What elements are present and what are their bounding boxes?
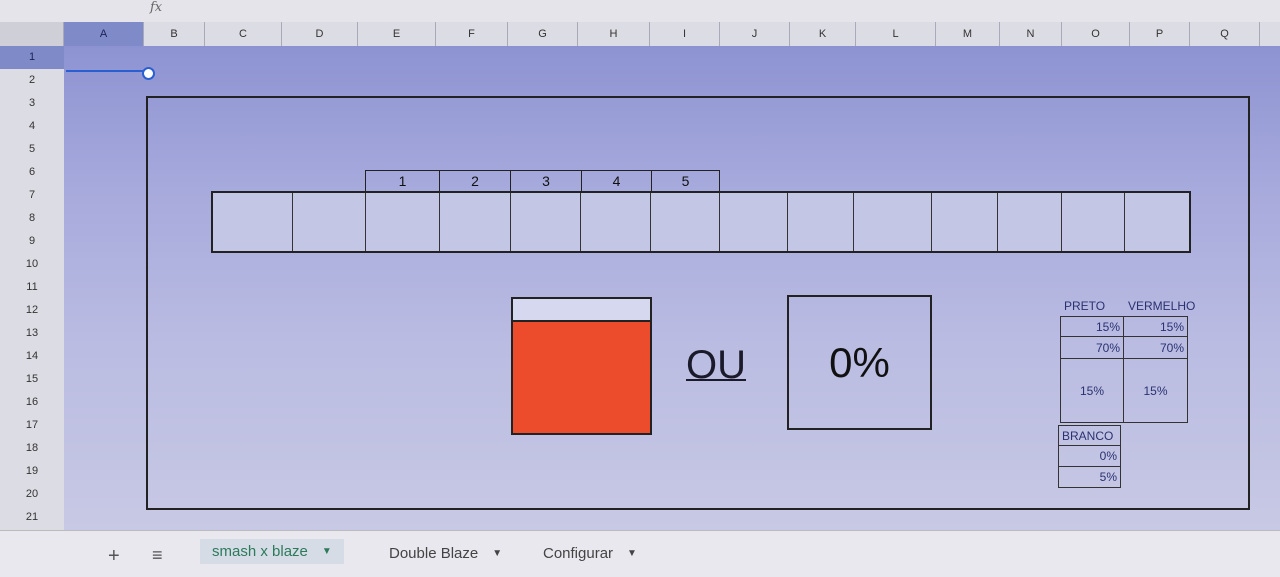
row-header-21[interactable]: 21 bbox=[0, 506, 64, 529]
row-header-20[interactable]: 20 bbox=[0, 483, 64, 506]
fx-icon: fx bbox=[150, 0, 163, 15]
row-header-19[interactable]: 19 bbox=[0, 460, 64, 483]
column-header-c[interactable]: C bbox=[205, 22, 282, 46]
row-header-18[interactable]: 18 bbox=[0, 437, 64, 460]
column-header-a[interactable]: A bbox=[64, 22, 144, 46]
column-header-o[interactable]: O bbox=[1062, 22, 1130, 46]
column-header-e[interactable]: E bbox=[358, 22, 436, 46]
formula-bar[interactable]: fx bbox=[0, 0, 1280, 22]
row-header-4[interactable]: 4 bbox=[0, 115, 64, 138]
history-cell[interactable] bbox=[213, 193, 293, 251]
history-cell[interactable] bbox=[511, 193, 582, 251]
number-header-row: 1 2 3 4 5 bbox=[365, 170, 720, 192]
history-cell[interactable] bbox=[998, 193, 1062, 251]
history-cell[interactable] bbox=[440, 193, 511, 251]
history-cell[interactable] bbox=[788, 193, 855, 251]
chevron-down-icon[interactable]: ▼ bbox=[322, 546, 332, 557]
vermelho-value[interactable]: 70% bbox=[1123, 336, 1188, 359]
tab-double-blaze[interactable]: Double Blaze ▼ bbox=[389, 545, 502, 562]
history-cell[interactable] bbox=[651, 193, 720, 251]
column-header-h[interactable]: H bbox=[578, 22, 650, 46]
row-header-14[interactable]: 14 bbox=[0, 345, 64, 368]
column-header-g[interactable]: G bbox=[508, 22, 578, 46]
row-header-13[interactable]: 13 bbox=[0, 322, 64, 345]
vermelho-label: VERMELHO bbox=[1128, 299, 1196, 313]
number-header-cell[interactable]: 3 bbox=[510, 170, 581, 192]
percentage-box: 0% bbox=[787, 295, 932, 430]
tab-configurar[interactable]: Configurar ▼ bbox=[543, 545, 637, 562]
result-color-fill bbox=[513, 319, 650, 433]
history-cell[interactable] bbox=[932, 193, 998, 251]
row-header-11[interactable]: 11 bbox=[0, 276, 64, 299]
history-cell[interactable] bbox=[293, 193, 367, 251]
history-cell[interactable] bbox=[366, 193, 441, 251]
row-header-1[interactable]: 1 bbox=[0, 46, 64, 69]
tab-label: Configurar bbox=[543, 545, 614, 562]
row-header-17[interactable]: 17 bbox=[0, 414, 64, 437]
history-cell[interactable] bbox=[854, 193, 933, 251]
row-header-5[interactable]: 5 bbox=[0, 138, 64, 161]
row-header-3[interactable]: 3 bbox=[0, 92, 64, 115]
number-header-cell[interactable]: 4 bbox=[581, 170, 651, 192]
chevron-down-icon[interactable]: ▼ bbox=[627, 548, 637, 559]
column-header-j[interactable]: J bbox=[720, 22, 790, 46]
row-header-15[interactable]: 15 bbox=[0, 368, 64, 391]
selected-cell-a1[interactable] bbox=[66, 48, 146, 72]
column-header-m[interactable]: M bbox=[936, 22, 1000, 46]
row-header-8[interactable]: 8 bbox=[0, 207, 64, 230]
column-header-k[interactable]: K bbox=[790, 22, 856, 46]
ou-label: OU bbox=[686, 343, 746, 387]
branco-value[interactable]: 0% bbox=[1058, 445, 1121, 467]
column-header-l[interactable]: L bbox=[856, 22, 936, 46]
tab-label: smash x blaze bbox=[212, 543, 308, 560]
row-header-9[interactable]: 9 bbox=[0, 230, 64, 253]
tab-label: Double Blaze bbox=[389, 545, 479, 562]
add-sheet-icon[interactable]: + bbox=[108, 545, 120, 568]
vermelho-value[interactable]: 15% bbox=[1123, 316, 1188, 337]
stats-table: 15% 15% 70% 70% 15% 15% bbox=[1060, 316, 1188, 423]
result-color-box bbox=[511, 297, 652, 435]
preto-value[interactable]: 70% bbox=[1060, 336, 1124, 359]
preto-value[interactable]: 15% bbox=[1060, 316, 1124, 337]
row-header-2[interactable]: 2 bbox=[0, 69, 64, 92]
history-cell[interactable] bbox=[720, 193, 788, 251]
column-header-i[interactable]: I bbox=[650, 22, 720, 46]
branco-value[interactable]: 5% bbox=[1058, 466, 1121, 488]
row-header-12[interactable]: 12 bbox=[0, 299, 64, 322]
column-header-b[interactable]: B bbox=[144, 22, 205, 46]
row-header-7[interactable]: 7 bbox=[0, 184, 64, 207]
row-header-16[interactable]: 16 bbox=[0, 391, 64, 414]
history-cell[interactable] bbox=[1062, 193, 1126, 251]
number-header-cell[interactable]: 1 bbox=[365, 170, 439, 192]
vermelho-value[interactable]: 15% bbox=[1123, 358, 1188, 423]
branco-table: BRANCO 0% 5% bbox=[1058, 425, 1121, 488]
row-header-6[interactable]: 6 bbox=[0, 161, 64, 184]
fill-handle[interactable] bbox=[142, 67, 155, 80]
history-row bbox=[211, 191, 1191, 253]
row-header-10[interactable]: 10 bbox=[0, 253, 64, 276]
number-header-cell[interactable]: 5 bbox=[651, 170, 720, 192]
column-header-f[interactable]: F bbox=[436, 22, 508, 46]
select-all-corner[interactable] bbox=[0, 22, 64, 46]
column-header-bar: ABCDEFGHIJKLMNOPQ bbox=[0, 22, 1280, 47]
column-header-n[interactable]: N bbox=[1000, 22, 1062, 46]
preto-value[interactable]: 15% bbox=[1060, 358, 1124, 423]
column-header-p[interactable]: P bbox=[1130, 22, 1190, 46]
row-header-bar: 1 2 3 4 5 6 7 8 9 10 11 12 13 14 15 16 17 18 19 20 21 bbox=[0, 46, 65, 530]
branco-label: BRANCO bbox=[1058, 425, 1121, 446]
all-sheets-menu-icon[interactable]: ≡ bbox=[152, 545, 163, 566]
chevron-down-icon[interactable]: ▼ bbox=[492, 548, 502, 559]
sheet-tabs-bar: + ≡ smash x blaze ▼ Double Blaze ▼ Confi… bbox=[0, 530, 1280, 577]
history-cell[interactable] bbox=[1125, 193, 1189, 251]
number-header-cell[interactable]: 2 bbox=[439, 170, 510, 192]
preto-label: PRETO bbox=[1064, 299, 1106, 313]
column-header-q[interactable]: Q bbox=[1190, 22, 1260, 46]
column-header-d[interactable]: D bbox=[282, 22, 358, 46]
history-cell[interactable] bbox=[581, 193, 652, 251]
tab-smash-x-blaze[interactable]: smash x blaze ▼ bbox=[200, 539, 344, 564]
